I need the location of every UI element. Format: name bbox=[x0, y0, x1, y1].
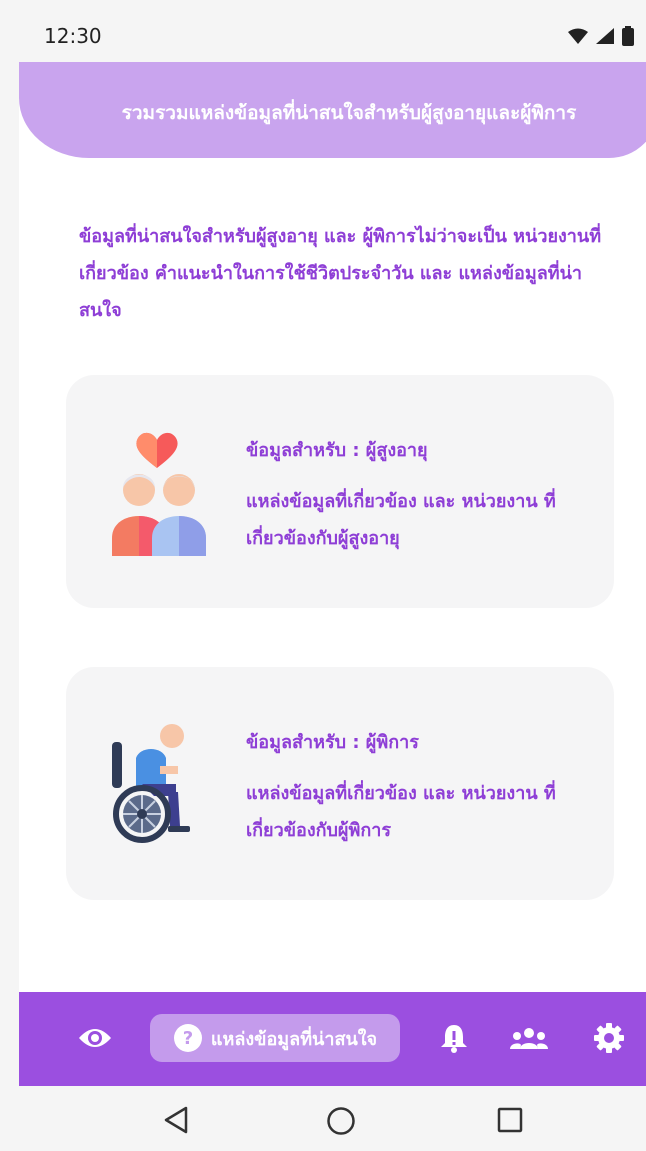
bottom-nav: ? แหล่งข้อมูลที่น่าสนใจ bbox=[19, 992, 646, 1086]
group-icon bbox=[510, 1028, 548, 1049]
home-icon[interactable] bbox=[326, 1106, 356, 1136]
nav-info-sources-label: แหล่งข้อมูลที่น่าสนใจ bbox=[210, 1028, 378, 1050]
status-bar: 12:30 bbox=[19, 0, 646, 62]
system-nav-bar bbox=[19, 1086, 646, 1151]
battery-icon bbox=[622, 26, 634, 46]
signal-icon bbox=[596, 28, 614, 44]
nav-eye[interactable] bbox=[75, 1014, 115, 1062]
header-banner: รวมรวมแหล่งข้อมูลที่น่าสนใจสำหรับผู้สูงอ… bbox=[19, 62, 646, 158]
nav-group[interactable] bbox=[509, 1014, 549, 1062]
svg-text:?: ? bbox=[183, 1028, 193, 1049]
card-elderly[interactable]: ข้อมูลสำหรับ : ผู้สูงอายุ แหล่งข้อมูลที่… bbox=[66, 375, 614, 608]
intro-text: ข้อมูลที่น่าสนใจสำหรับผู้สูงอายุ และ ผู้… bbox=[79, 226, 602, 321]
help-circle-icon: ? bbox=[173, 1024, 202, 1052]
page-title: รวมรวมแหล่งข้อมูลที่น่าสนใจสำหรับผู้สูงอ… bbox=[121, 102, 577, 124]
card-title: ข้อมูลสำหรับ : ผู้สูงอายุ bbox=[246, 440, 428, 461]
nav-info-sources[interactable]: ? แหล่งข้อมูลที่น่าสนใจ bbox=[150, 1014, 400, 1062]
eye-icon bbox=[79, 1029, 111, 1047]
card-disabled[interactable]: ข้อมูลสำหรับ : ผู้พิการ แหล่งข้อมูลที่เก… bbox=[66, 667, 614, 900]
elderly-couple-heart-icon bbox=[112, 432, 206, 556]
status-time: 12:30 bbox=[44, 24, 102, 48]
card-title: ข้อมูลสำหรับ : ผู้พิการ bbox=[246, 732, 419, 753]
nav-settings[interactable] bbox=[589, 1014, 629, 1062]
back-icon[interactable] bbox=[163, 1106, 189, 1134]
nav-alert[interactable] bbox=[434, 1014, 474, 1062]
status-icons bbox=[568, 26, 634, 46]
gear-icon bbox=[594, 1023, 624, 1053]
alert-bell-icon bbox=[441, 1025, 467, 1053]
wifi-icon bbox=[568, 28, 588, 44]
app-screen: 12:30 รวมรวมแหล่งข้อมูลที่น่าสนใจสำหรับผ… bbox=[19, 0, 646, 1151]
wheelchair-user-icon bbox=[112, 724, 190, 843]
recents-icon[interactable] bbox=[497, 1107, 523, 1133]
card-description: แหล่งข้อมูลที่เกี่ยวข้อง และ หน่วยงาน ที… bbox=[246, 491, 556, 549]
card-description: แหล่งข้อมูลที่เกี่ยวข้อง และ หน่วยงาน ที… bbox=[246, 783, 556, 841]
